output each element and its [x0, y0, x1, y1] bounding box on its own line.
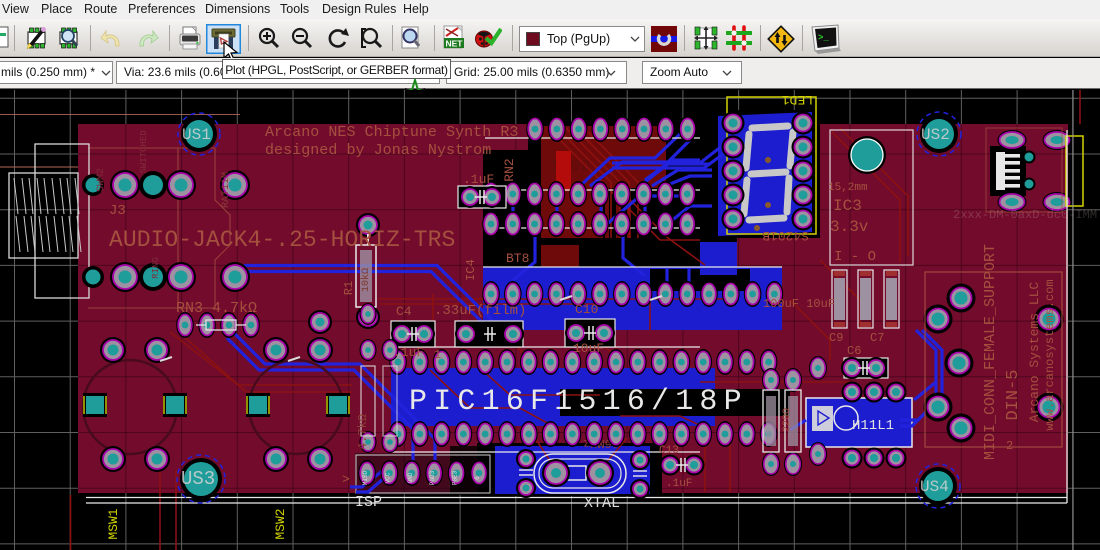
svg-text:IC4: IC4 — [464, 259, 478, 281]
svg-text:C13: C13 — [659, 445, 679, 457]
svg-text:C9: C9 — [829, 331, 843, 345]
svg-text:US4: US4 — [920, 478, 949, 496]
svg-text:GND: GND — [407, 472, 414, 483]
svg-text:BT8: BT8 — [506, 251, 529, 266]
svg-text:LED1: LED1 — [782, 92, 813, 107]
svg-text:XTAL: XTAL — [584, 495, 620, 512]
svg-text:10uF: 10uF — [573, 341, 604, 356]
svg-text:VCC: VCC — [384, 472, 391, 483]
svg-text:designed by Jonas Nystrom: designed by Jonas Nystrom — [265, 142, 491, 159]
svg-text:>_: >_ — [818, 33, 829, 43]
svg-text:PIC16F1516/18P: PIC16F1516/18P — [409, 385, 748, 419]
svg-text:RN3 4.7kΩ: RN3 4.7kΩ — [176, 300, 257, 317]
svg-text:>: > — [342, 472, 350, 487]
svg-text:www.arcanosystems.com: www.arcanosystems.com — [1043, 279, 1057, 430]
svg-text:.1uF: .1uF — [393, 345, 424, 360]
svg-text:1: 1 — [434, 348, 441, 362]
svg-text:4.7kΩ: 4.7kΩ — [356, 414, 370, 450]
svg-text:PGE3: PGE3 — [452, 470, 459, 485]
svg-text:DIN-5: DIN-5 — [1004, 369, 1023, 420]
svg-text:C10: C10 — [575, 302, 598, 317]
svg-text:Arcano Systems LLC: Arcano Systems LLC — [1027, 282, 1042, 423]
svg-text:I - O: I - O — [834, 249, 876, 265]
svg-text:US1: US1 — [182, 126, 211, 144]
svg-text:US3: US3 — [181, 468, 215, 490]
svg-text:3.3v: 3.3v — [830, 218, 869, 236]
svg-text:SWITCHED: SWITCHED — [139, 130, 149, 173]
svg-text:.1uF: .1uF — [666, 478, 692, 490]
svg-text:.1uF: .1uF — [463, 172, 494, 187]
svg-text:US2: US2 — [921, 126, 950, 144]
svg-text:Arcano NES Chiptune Synth R3: Arcano NES Chiptune Synth R3 — [265, 124, 518, 141]
svg-text:MSW2: MSW2 — [273, 508, 288, 539]
svg-text:MIDI_CONN_FEMALE_SUPPORT: MIDI_CONN_FEMALE_SUPPORT — [982, 244, 999, 460]
svg-text:AUDIO-JACK4-.25-HORIZ-TRS: AUDIO-JACK4-.25-HORIZ-TRS — [109, 227, 455, 253]
svg-text:NET: NET — [446, 39, 464, 49]
svg-text:H11L1: H11L1 — [852, 418, 894, 434]
svg-text:.33uF(film): .33uF(film) — [434, 303, 526, 319]
svg-text:MSW1: MSW1 — [106, 508, 121, 539]
svg-text:10kΩ: 10kΩ — [360, 268, 372, 292]
svg-text:100uF 10uF: 100uF 10uF — [763, 297, 835, 311]
svg-text:C7: C7 — [870, 331, 884, 345]
svg-text:RN2: RN2 — [502, 158, 517, 181]
svg-text:6: 6 — [474, 476, 481, 480]
svg-text:C6: C6 — [847, 344, 861, 358]
svg-text:ISP: ISP — [355, 494, 382, 511]
svg-text:J3: J3 — [109, 203, 126, 219]
svg-text:220Ω: 220Ω — [782, 408, 793, 432]
svg-text:PGD3: PGD3 — [429, 470, 436, 485]
svg-text:RAT11M: RAT11M — [221, 172, 232, 208]
svg-text:2: 2 — [1006, 439, 1013, 453]
svg-text:SWM2: SWM2 — [96, 168, 107, 192]
svg-text:2xxx-DM-0axD-dc0-IMM: 2xxx-DM-0axD-dc0-IMM — [953, 208, 1097, 222]
svg-text:C4: C4 — [396, 304, 412, 319]
svg-text:15,2mm: 15,2mm — [828, 182, 868, 194]
svg-text:IC3: IC3 — [833, 197, 862, 215]
svg-text:R1: R1 — [342, 281, 356, 295]
svg-text:MISO: MISO — [362, 470, 369, 485]
svg-text:RING: RING — [151, 257, 161, 279]
